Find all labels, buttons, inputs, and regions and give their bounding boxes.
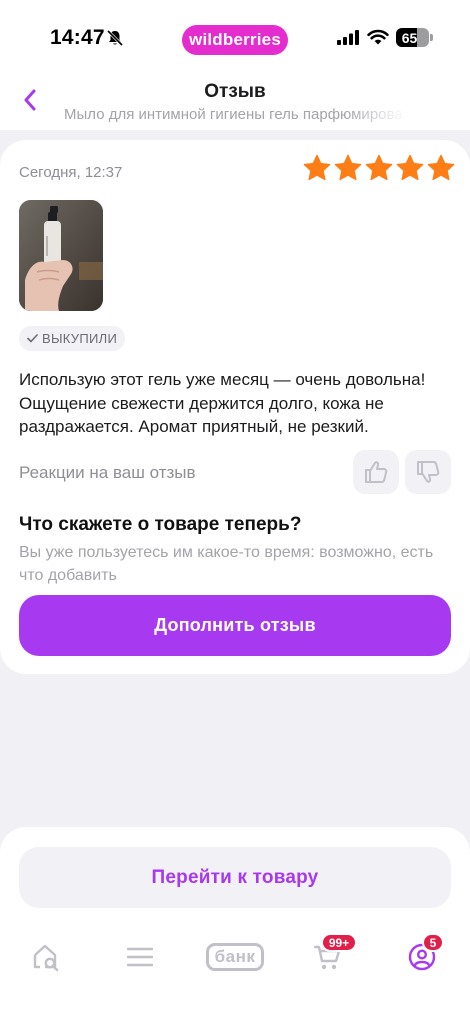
tab-bar: банк 99+ 5	[0, 927, 470, 987]
tab-bank[interactable]: банк	[204, 937, 266, 977]
product-name-subtitle: Мыло для интимной гигиены гель парфюмиро…	[64, 106, 403, 123]
page-title: Отзыв	[204, 81, 266, 102]
header: Отзыв Мыло для интимной гигиены гель пар…	[0, 72, 470, 130]
cart-badge: 99+	[321, 933, 357, 952]
star-icon	[303, 154, 331, 181]
star-icon	[365, 154, 393, 181]
check-icon	[27, 334, 38, 343]
photo-thumbnail	[19, 200, 103, 311]
star-icon	[334, 154, 362, 181]
battery-cap	[430, 34, 433, 41]
status-bar: 14:47 wildberries 65	[0, 0, 470, 72]
cellular-signal-icon	[337, 30, 359, 45]
bottom-panel: Перейти к товару банк 99+ 5	[0, 827, 470, 1024]
bought-badge: ВЫКУПИЛИ	[19, 326, 126, 351]
go-to-product-button[interactable]: Перейти к товару	[19, 847, 451, 908]
wildberries-pill[interactable]: wildberries	[182, 25, 288, 55]
thumbs-down-icon	[417, 461, 440, 483]
star-icon	[427, 154, 455, 181]
reactions-label: Реакции на ваш отзыв	[19, 463, 196, 482]
review-text: Использую этот гель уже месяц — очень до…	[19, 370, 426, 436]
thumbs-up-icon	[365, 461, 388, 483]
battery-icon: 65	[396, 28, 429, 47]
battery-level: 65	[401, 29, 418, 46]
wifi-icon	[367, 29, 389, 45]
menu-icon	[126, 947, 154, 967]
supplement-review-button[interactable]: Дополнить отзыв	[19, 595, 451, 656]
review-photo[interactable]	[19, 200, 103, 311]
tab-home[interactable]	[18, 937, 74, 977]
prompt-text: Вы уже пользуетесь им какое-то время: во…	[19, 544, 434, 584]
rating-stars	[302, 153, 456, 183]
bought-badge-label: ВЫКУПИЛИ	[42, 331, 118, 346]
status-time: 14:47	[50, 26, 105, 49]
dislike-button[interactable]	[405, 450, 451, 494]
bell-off-icon	[106, 29, 124, 47]
bank-logo: банк	[206, 943, 264, 971]
profile-badge: 5	[422, 933, 444, 952]
review-card: Сегодня, 12:37 ВЫКУПИЛИ Использую этот г…	[0, 140, 470, 674]
review-date: Сегодня, 12:37	[19, 164, 123, 181]
like-button[interactable]	[353, 450, 399, 494]
star-icon	[396, 154, 424, 181]
home-search-icon	[33, 944, 59, 972]
tab-catalog[interactable]	[112, 937, 168, 977]
prompt-title: Что скажете о товаре теперь?	[19, 514, 302, 535]
